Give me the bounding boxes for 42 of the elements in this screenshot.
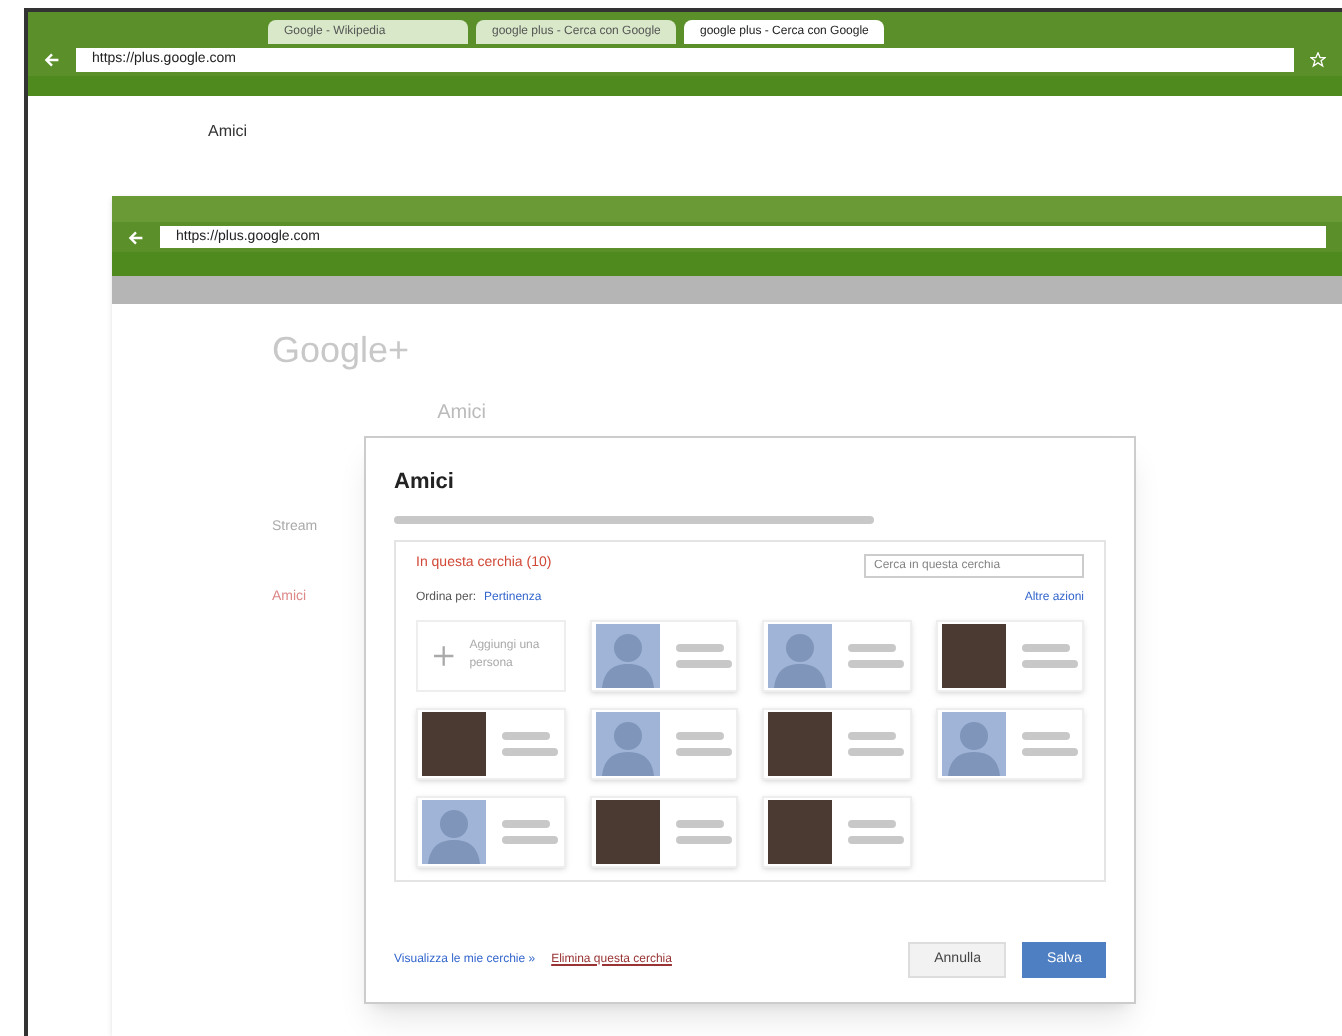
blurred-text-drawing <box>848 659 904 667</box>
blurred-text-drawing <box>675 819 723 827</box>
blurred-text-drawing <box>675 731 723 739</box>
avatar-silhouette-icon <box>768 623 832 687</box>
blurred-text-drawing <box>675 747 731 755</box>
sidebar-link[interactable]: Amici <box>208 120 248 196</box>
blurred-text-drawing <box>675 659 731 667</box>
avatar-silhouette-icon <box>941 711 1005 775</box>
avatar-silhouette-icon <box>595 623 659 687</box>
contact-card[interactable] <box>935 619 1084 691</box>
photo-placeholder <box>768 711 832 775</box>
blurred-text-drawing <box>502 819 550 827</box>
contact-card[interactable] <box>762 707 911 779</box>
blurred-text-drawing <box>502 747 558 755</box>
blurred-text-drawing <box>675 643 723 651</box>
photo-placeholder <box>595 799 659 863</box>
blurred-text-drawing <box>1021 747 1077 755</box>
photo-placeholder <box>422 711 486 775</box>
contact-card[interactable] <box>589 795 738 867</box>
blurred-text-drawing <box>848 747 904 755</box>
avatar-silhouette-icon <box>422 799 486 863</box>
star-icon[interactable] <box>1310 52 1326 68</box>
blurred-text-drawing <box>675 835 731 843</box>
photo-placeholder <box>941 623 1005 687</box>
blurred-text-drawing <box>848 835 904 843</box>
blurred-text-drawing <box>1021 643 1069 651</box>
contact-card[interactable] <box>762 795 911 867</box>
blurred-text-drawing <box>1021 659 1077 667</box>
avatar-silhouette-icon <box>595 711 659 775</box>
page-title: Amici <box>437 400 487 428</box>
blurred-text-drawing <box>502 835 558 843</box>
contact-card[interactable] <box>416 707 565 779</box>
blurred-text-drawing <box>502 731 550 739</box>
blurred-text-drawing <box>848 819 896 827</box>
blurred-text-drawing <box>848 731 896 739</box>
blurred-text-drawing <box>848 643 896 651</box>
back-arrow-icon[interactable] <box>128 229 144 245</box>
photo-placeholder <box>768 799 832 863</box>
back-arrow-icon[interactable] <box>44 52 60 68</box>
dialog-title: Amici <box>394 468 456 498</box>
blurred-text-drawing <box>1021 731 1069 739</box>
plus-icon <box>434 645 454 665</box>
